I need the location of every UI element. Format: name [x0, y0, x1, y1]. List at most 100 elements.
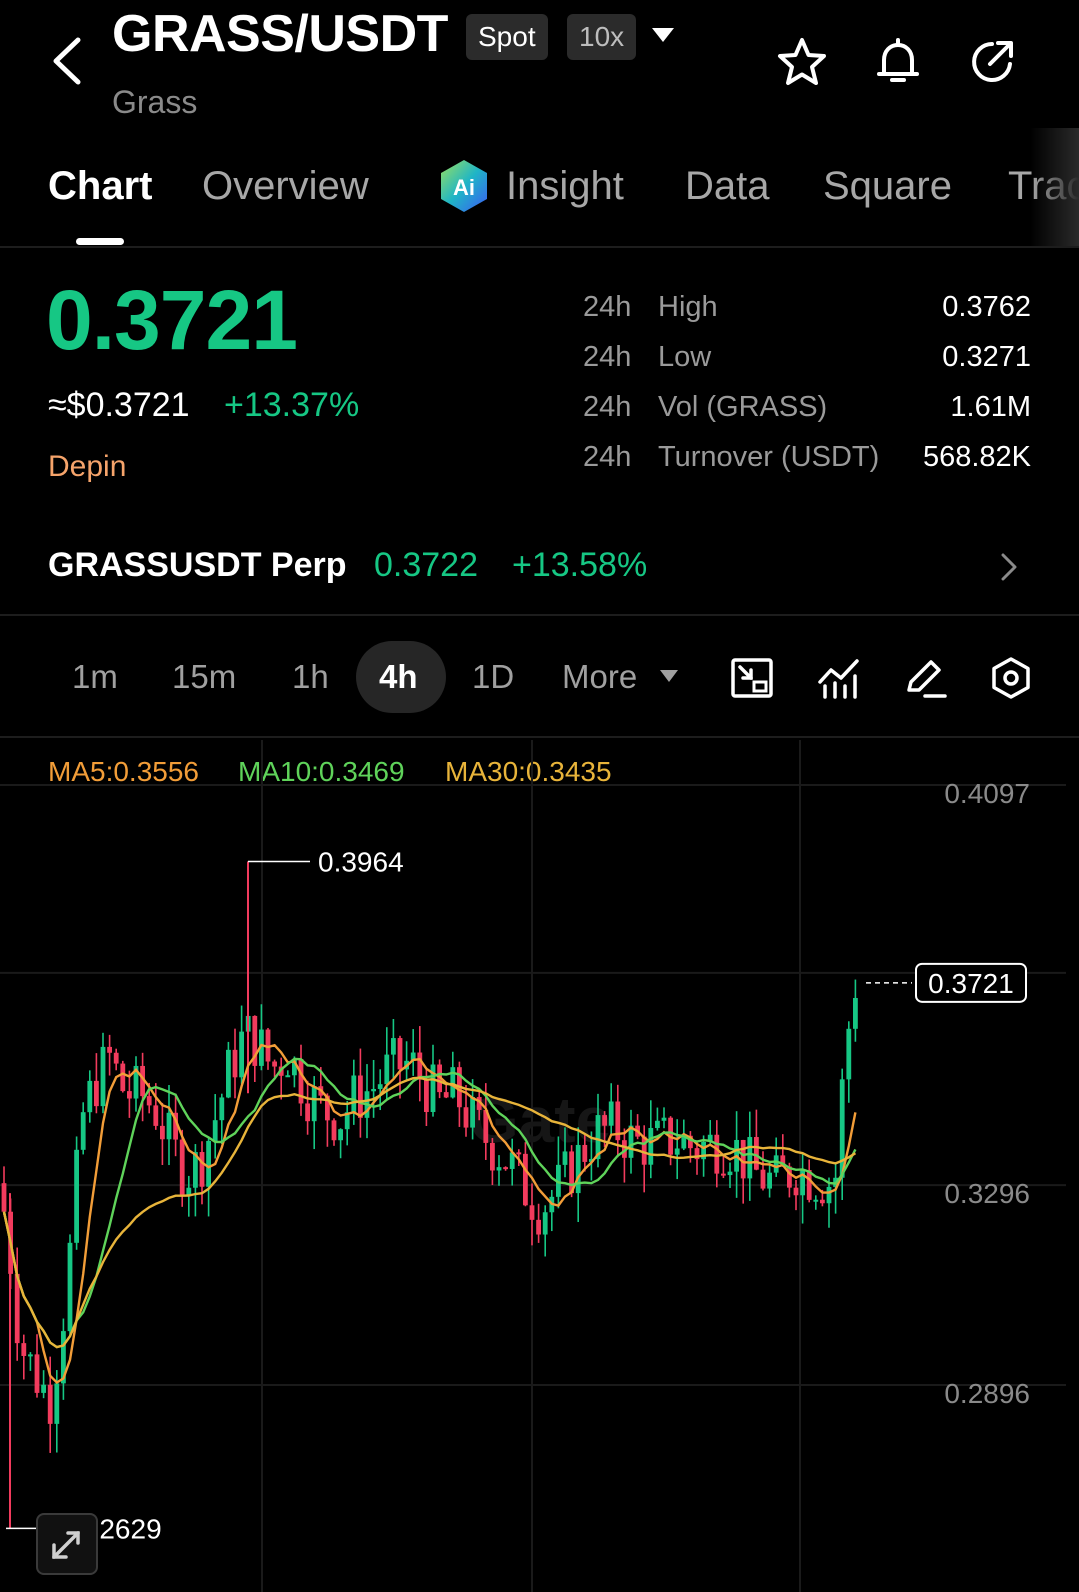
candle-body	[47, 1384, 53, 1424]
share-icon[interactable]	[966, 36, 1018, 88]
candle-body	[747, 1137, 753, 1179]
caret-down-icon[interactable]	[660, 670, 678, 682]
candle-body	[853, 998, 858, 1029]
high-marker-label: 0.3964	[318, 846, 404, 877]
stat-period: 24h	[583, 441, 632, 473]
caret-down-icon[interactable]	[652, 28, 674, 42]
candle-body	[648, 1127, 654, 1165]
candle-body	[351, 1075, 357, 1113]
last-price: 0.3721	[46, 273, 298, 367]
leverage-badge[interactable]: 10x	[567, 14, 637, 60]
fullscreen-icon[interactable]	[730, 656, 774, 700]
candle-body	[212, 1120, 218, 1141]
candle-body	[503, 1167, 508, 1170]
candle-body	[754, 1137, 759, 1170]
candle-body	[773, 1155, 779, 1173]
ma10-line	[2, 1057, 857, 1349]
price-change: +13.37%	[224, 386, 360, 424]
stat-name: Turnover (USDT)	[658, 441, 880, 473]
candle-body	[397, 1038, 403, 1070]
candle-body	[424, 1079, 429, 1112]
candle-body	[496, 1167, 502, 1171]
last-price-label: 0.3721	[928, 968, 1014, 999]
candle-body	[661, 1117, 667, 1121]
svg-text:Ai: Ai	[453, 175, 475, 200]
bell-icon[interactable]	[872, 36, 924, 88]
candle-body	[608, 1101, 614, 1126]
candle-body	[1, 1183, 7, 1212]
candle-body	[120, 1063, 126, 1092]
candle-body	[179, 1139, 185, 1197]
interval-1m[interactable]: 1m	[72, 658, 118, 696]
candle-body	[793, 1187, 799, 1196]
stat-period: 24h	[583, 291, 632, 323]
candle-body	[516, 1152, 522, 1155]
tabs-fade	[1030, 128, 1079, 246]
candle-body	[806, 1170, 812, 1200]
stat-period: 24h	[583, 391, 632, 423]
candlestick-chart[interactable]: Gate 0.40970.32960.2896 0.39640.26290.37…	[0, 740, 1079, 1592]
candle-body	[582, 1144, 588, 1162]
tab-chart[interactable]: Chart	[48, 164, 152, 209]
candle-body	[34, 1354, 40, 1393]
settings-icon[interactable]	[989, 656, 1033, 700]
candle-body	[384, 1054, 390, 1085]
stat-name: Low	[658, 341, 712, 373]
candle-body	[272, 1061, 277, 1067]
candle-body	[54, 1383, 60, 1424]
candle-body	[417, 1052, 423, 1080]
candle-body	[655, 1120, 660, 1128]
candle-body	[529, 1205, 535, 1220]
candle-body	[127, 1091, 132, 1099]
candle-body	[391, 1038, 396, 1055]
y-axis-label: 0.2896	[944, 1378, 1030, 1409]
tab-overview[interactable]: Overview	[202, 164, 369, 209]
y-axis-label: 0.4097	[944, 778, 1030, 809]
candle-body	[41, 1384, 46, 1393]
ma30-line	[2, 1076, 857, 1349]
candle-body	[714, 1134, 720, 1174]
divider	[0, 614, 1079, 616]
tab-square[interactable]: Square	[823, 164, 952, 209]
indicators-icon[interactable]	[817, 656, 861, 700]
candle-body	[470, 1097, 475, 1128]
category-tag[interactable]: Depin	[48, 450, 126, 484]
candle-body	[21, 1343, 27, 1356]
candle-body	[311, 1086, 317, 1122]
candle-body	[813, 1199, 819, 1202]
candle-body	[100, 1046, 106, 1107]
price-markers: 0.39640.26290.3721	[6, 846, 1027, 1544]
interval-15m[interactable]: 15m	[172, 658, 236, 696]
star-icon[interactable]	[776, 36, 828, 88]
stat-name: High	[658, 291, 718, 323]
candle-body	[575, 1144, 581, 1194]
chevron-right-icon	[1001, 553, 1017, 581]
fiat-price: ≈$0.3721	[48, 386, 190, 424]
candle-body	[331, 1120, 337, 1141]
interval-1h[interactable]: 1h	[292, 658, 329, 696]
y-axis-labels: 0.4097 0.3296 0.2896	[944, 778, 1030, 1409]
candle-body	[338, 1129, 343, 1141]
candle-body	[232, 1049, 238, 1078]
tab-insight[interactable]: Insight	[506, 164, 624, 209]
candle-body	[371, 1088, 376, 1092]
stat-low-value: 0.3271	[942, 341, 1031, 373]
candle-body	[219, 1097, 225, 1121]
candle-body	[113, 1052, 119, 1064]
expand-icon[interactable]	[36, 1513, 98, 1575]
candle-body	[820, 1199, 825, 1204]
interval-more[interactable]: More	[562, 658, 637, 696]
interval-1d[interactable]: 1D	[472, 658, 514, 696]
tab-data[interactable]: Data	[685, 164, 770, 209]
ai-icon: Ai	[441, 160, 487, 212]
stat-turnover-value: 568.82K	[922, 441, 1031, 473]
interval-4h[interactable]: 4h	[379, 658, 418, 696]
candle-body	[67, 1242, 73, 1332]
candle-body	[463, 1107, 469, 1128]
candle-body	[146, 1096, 152, 1106]
candle-body	[74, 1149, 79, 1243]
back-arrow-icon[interactable]	[48, 36, 88, 86]
candle-body	[285, 1075, 291, 1078]
draw-icon[interactable]	[903, 656, 947, 700]
candle-body	[443, 1092, 449, 1098]
